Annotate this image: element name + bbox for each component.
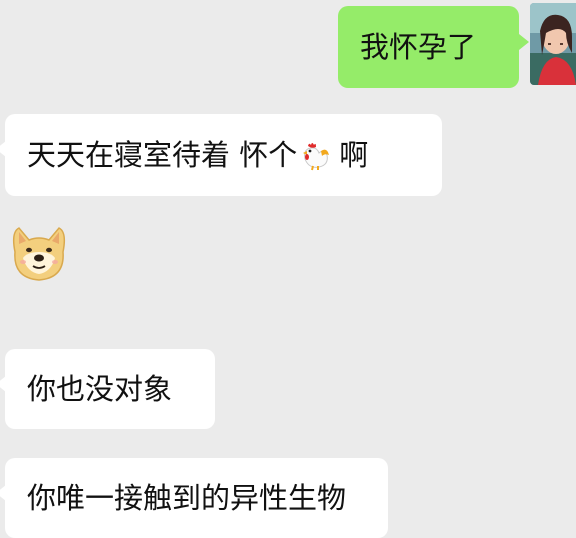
- avatar-image: [530, 3, 576, 85]
- message-text: 我怀孕了: [360, 29, 477, 64]
- message-text: 你唯一接触到的异性生物: [27, 480, 347, 515]
- doge-icon[interactable]: [7, 222, 71, 286]
- message-bubble-outgoing[interactable]: 我怀孕了: [338, 6, 529, 88]
- message-text: 啊: [339, 137, 369, 172]
- message-bubble-incoming[interactable]: 你唯一接触到的异性生物: [0, 458, 388, 538]
- avatar[interactable]: [530, 3, 576, 85]
- message-bubble-incoming[interactable]: 天天在寝室待着 怀个 啊: [0, 114, 442, 196]
- message-text: 你也没对象: [27, 371, 173, 406]
- message-text: 天天在寝室待着 怀个: [27, 137, 298, 172]
- message-bubble-incoming[interactable]: 你也没对象: [0, 349, 215, 429]
- rooster-icon: [299, 139, 331, 171]
